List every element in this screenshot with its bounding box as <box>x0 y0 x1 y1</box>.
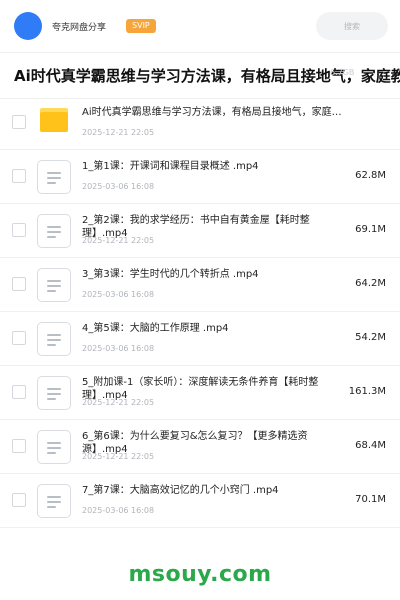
file-size: 54.2M <box>355 332 386 343</box>
folder-title-bar: Ai时代真学霸思维与学习方法课，有格局且接地气，家庭教育 6.7GB <box>0 54 400 98</box>
file-name: 3_第3课：学生时代的几个转折点 .mp4 <box>82 269 259 280</box>
row-checkbox[interactable] <box>12 439 26 453</box>
row-checkbox[interactable] <box>12 277 26 291</box>
file-size: 64.2M <box>355 278 386 289</box>
username: 夸克网盘分享 <box>52 22 107 33</box>
list-item[interactable]: Ai时代真学霸思维与学习方法课，有格局且接地气，家庭教育 2025-12-21 … <box>0 96 400 150</box>
file-name: 4_第5课：大脑的工作原理 .mp4 <box>82 323 229 334</box>
file-size: 161.3M <box>348 386 386 397</box>
header-divider <box>0 52 400 53</box>
file-date: 2025-12-21 22:05 <box>82 236 155 245</box>
list-item[interactable]: 2_第2课：我的求学经历：书中自有黄金屋【耗时整理】.mp4 2025-12-2… <box>0 204 400 258</box>
list-item[interactable]: 5_附加课-1（家长听）：深度解读无条件养育【耗时整理】.mp4 2025-12… <box>0 366 400 420</box>
file-date: 2025-12-21 22:05 <box>82 398 155 407</box>
video-file-icon <box>37 376 71 410</box>
row-checkbox[interactable] <box>12 331 26 345</box>
svip-badge: SVIP <box>126 19 156 33</box>
search-input[interactable]: 搜索 <box>316 12 388 40</box>
list-item[interactable]: 3_第3课：学生时代的几个转折点 .mp4 2025-03-06 16:08 6… <box>0 258 400 312</box>
search-placeholder: 搜索 <box>344 21 360 31</box>
row-checkbox[interactable] <box>12 115 26 129</box>
file-size: 70.1M <box>355 494 386 505</box>
file-name: 7_第7课：大脑高效记忆的几个小窍门 .mp4 <box>82 485 279 496</box>
file-date: 2025-03-06 16:08 <box>82 344 155 353</box>
list-item[interactable]: 7_第7课：大脑高效记忆的几个小窍门 .mp4 2025-03-06 16:08… <box>0 474 400 528</box>
video-file-icon <box>37 268 71 302</box>
app-header: 夸克网盘分享 SVIP 搜索 <box>0 0 400 52</box>
row-checkbox[interactable] <box>12 493 26 507</box>
file-size: 69.1M <box>355 224 386 235</box>
watermark-text: msouy.com <box>128 562 272 587</box>
video-file-icon <box>37 214 71 248</box>
row-checkbox[interactable] <box>12 169 26 183</box>
file-date: 2025-12-21 22:05 <box>82 128 155 137</box>
avatar[interactable] <box>14 12 42 40</box>
file-size: 68.4M <box>355 440 386 451</box>
folder-size: 6.7GB <box>330 68 355 77</box>
folder-icon <box>40 108 68 132</box>
video-file-icon <box>37 160 71 194</box>
file-date: 2025-12-21 22:05 <box>82 452 155 461</box>
row-checkbox[interactable] <box>12 223 26 237</box>
file-size: 62.8M <box>355 170 386 181</box>
video-file-icon <box>37 484 71 518</box>
list-item[interactable]: 4_第5课：大脑的工作原理 .mp4 2025-03-06 16:08 54.2… <box>0 312 400 366</box>
video-file-icon <box>37 430 71 464</box>
file-name: Ai时代真学霸思维与学习方法课，有格局且接地气，家庭教育 <box>82 107 344 118</box>
row-checkbox[interactable] <box>12 385 26 399</box>
file-date: 2025-03-06 16:08 <box>82 506 155 515</box>
file-date: 2025-03-06 16:08 <box>82 290 155 299</box>
video-file-icon <box>37 322 71 356</box>
list-item[interactable]: 1_第1课：开课词和课程目录概述 .mp4 2025-03-06 16:08 6… <box>0 150 400 204</box>
file-date: 2025-03-06 16:08 <box>82 182 155 191</box>
file-name: 1_第1课：开课词和课程目录概述 .mp4 <box>82 161 259 172</box>
list-item[interactable]: 6_第6课：为什么要复习&怎么复习？【更多精选资源】.mp4 2025-12-2… <box>0 420 400 474</box>
